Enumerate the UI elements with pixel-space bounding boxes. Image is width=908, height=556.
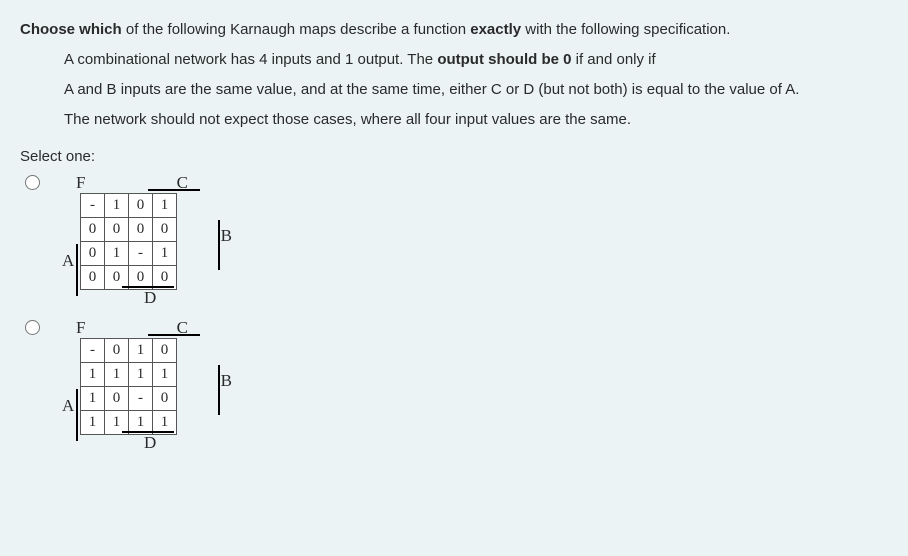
kmap-cell: 0 bbox=[105, 339, 129, 363]
question-line-3: The network should not expect those case… bbox=[20, 108, 888, 132]
bar-C bbox=[148, 334, 200, 336]
label-B: B bbox=[221, 371, 232, 391]
kmap-cell: 0 bbox=[105, 218, 129, 242]
label-D: D bbox=[144, 288, 156, 308]
bar-B bbox=[218, 220, 220, 270]
bar-D bbox=[122, 431, 174, 433]
kmap-cell: 1 bbox=[81, 363, 105, 387]
kmap-cell: 1 bbox=[81, 411, 105, 435]
kmap-2: F C A B D - 0 1 0 1 1 1 1 1 0 - bbox=[62, 318, 232, 435]
kmap-cell: 1 bbox=[105, 242, 129, 266]
kmap-cell: 1 bbox=[105, 194, 129, 218]
kmap-cell: 0 bbox=[105, 387, 129, 411]
label-B: B bbox=[221, 226, 232, 246]
kmap-cell: 0 bbox=[153, 339, 177, 363]
kmap-cell: 1 bbox=[153, 194, 177, 218]
label-A: A bbox=[62, 251, 74, 271]
label-A: A bbox=[62, 396, 74, 416]
label-D: D bbox=[144, 433, 156, 453]
kmap-cell: - bbox=[81, 194, 105, 218]
question-line-1: A combinational network has 4 inputs and… bbox=[20, 48, 888, 72]
kmap-cell: 0 bbox=[129, 194, 153, 218]
bar-A bbox=[76, 244, 78, 296]
kmap-cell: 0 bbox=[129, 218, 153, 242]
question-intro: Choose which of the following Karnaugh m… bbox=[20, 18, 888, 42]
bar-C bbox=[148, 189, 200, 191]
kmap-cell: 0 bbox=[153, 387, 177, 411]
select-one-label: Select one: bbox=[20, 148, 888, 165]
kmap-cell: - bbox=[129, 242, 153, 266]
radio-option-1[interactable] bbox=[25, 175, 40, 190]
bar-A bbox=[76, 389, 78, 441]
radio-option-2[interactable] bbox=[25, 320, 40, 335]
kmap-cell: - bbox=[129, 387, 153, 411]
kmap-grid-1: - 1 0 1 0 0 0 0 0 1 - 1 0 0 0 0 bbox=[80, 193, 177, 290]
kmap-1: F C A B D - 1 0 1 0 0 0 0 0 1 - bbox=[62, 173, 232, 290]
bar-D bbox=[122, 286, 174, 288]
label-F: F bbox=[76, 318, 85, 338]
question-line-2: A and B inputs are the same value, and a… bbox=[20, 78, 888, 102]
question-text: Choose which of the following Karnaugh m… bbox=[20, 18, 888, 132]
answer-option-2: F C A B D - 0 1 0 1 1 1 1 1 0 - bbox=[20, 318, 888, 435]
kmap-cell: 0 bbox=[81, 266, 105, 290]
kmap-cell: - bbox=[81, 339, 105, 363]
label-F: F bbox=[76, 173, 85, 193]
kmap-cell: 1 bbox=[153, 363, 177, 387]
kmap-cell: 0 bbox=[81, 218, 105, 242]
kmap-cell: 1 bbox=[129, 363, 153, 387]
kmap-cell: 1 bbox=[129, 339, 153, 363]
kmap-grid-2: - 0 1 0 1 1 1 1 1 0 - 0 1 1 1 1 bbox=[80, 338, 177, 435]
kmap-cell: 0 bbox=[81, 242, 105, 266]
kmap-cell: 1 bbox=[153, 242, 177, 266]
kmap-cell: 1 bbox=[105, 363, 129, 387]
kmap-cell: 1 bbox=[81, 387, 105, 411]
bar-B bbox=[218, 365, 220, 415]
kmap-cell: 0 bbox=[153, 218, 177, 242]
answer-option-1: F C A B D - 1 0 1 0 0 0 0 0 1 - bbox=[20, 173, 888, 290]
